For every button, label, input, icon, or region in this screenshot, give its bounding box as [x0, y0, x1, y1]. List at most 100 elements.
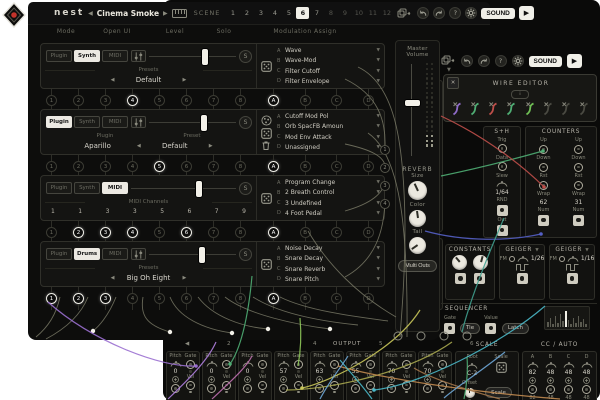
value-display[interactable]: Default [123, 76, 175, 84]
modulation-slot-c[interactable]: C Mod Env Attack ▼ [277, 134, 380, 141]
info-icon[interactable]: i [511, 90, 529, 99]
up-port[interactable] [573, 144, 583, 154]
data-port[interactable] [497, 162, 507, 171]
offset-knob[interactable] [464, 387, 475, 398]
wire-delete-8[interactable] [577, 100, 590, 116]
scene-button-1[interactable]: 1 [226, 7, 239, 19]
dice-icon[interactable] [260, 258, 272, 270]
mod-input-port[interactable] [244, 376, 251, 383]
pitch-knob[interactable] [206, 360, 218, 367]
rate-knob[interactable] [567, 255, 579, 262]
trig-port[interactable] [497, 144, 507, 153]
rst-port[interactable] [573, 180, 583, 190]
color-knob[interactable] [409, 210, 426, 227]
mod-input-port[interactable] [424, 376, 431, 383]
slider-handle[interactable] [199, 114, 208, 132]
cc-knob[interactable] [527, 361, 539, 368]
solo-button[interactable]: S [239, 247, 252, 261]
latch-button[interactable]: Latch [501, 322, 529, 334]
rst-port[interactable] [538, 180, 548, 190]
vel-port[interactable] [330, 380, 339, 390]
down-port[interactable] [573, 162, 583, 172]
port-1[interactable]: 1 [46, 287, 57, 310]
master-volume-slider[interactable] [398, 61, 437, 159]
port-3[interactable]: 3 [100, 155, 111, 178]
sequencer-step-display[interactable] [544, 306, 590, 330]
scene-button-12[interactable]: 12 [380, 7, 393, 19]
mod-input-port[interactable] [172, 376, 179, 383]
port-8[interactable]: 8 [235, 221, 246, 244]
fm-port[interactable] [558, 255, 565, 262]
scene-button-7[interactable]: 7 [310, 7, 323, 19]
modulation-slot-b[interactable]: B Orb SpacFB Amoun ▼ [277, 123, 380, 130]
midi-channel-value[interactable]: 1 [78, 208, 82, 215]
port-d[interactable]: D [362, 155, 374, 178]
slider-handle[interactable] [198, 246, 207, 264]
reverb-input-port-4[interactable]: 4 [380, 199, 390, 209]
modulation-slot-c[interactable]: C Filter Cutoff ▼ [277, 68, 380, 75]
size-knob[interactable] [408, 181, 427, 200]
dice-icon[interactable] [260, 192, 272, 204]
cc-out-port[interactable] [564, 385, 573, 394]
port-3[interactable]: 3 [100, 89, 111, 112]
modulation-slot-a[interactable]: A Cutoff Mod Pol ▼ [277, 113, 380, 120]
num-port[interactable] [537, 214, 549, 226]
port-6[interactable]: 6 [181, 221, 192, 244]
scale-button[interactable]: Scale [485, 387, 512, 398]
multi-outs-button[interactable]: Multi Outs [398, 260, 437, 272]
port-4[interactable]: 4 [127, 287, 138, 310]
modulation-slot-d[interactable]: D Unassigned ▼ [277, 144, 380, 151]
port-7[interactable]: 7 [208, 89, 219, 112]
rnd-port[interactable] [496, 204, 508, 216]
undo-button[interactable] [417, 7, 430, 19]
pitch-port[interactable] [207, 384, 216, 393]
modulation-slot-a[interactable]: A Noise Decay ▼ [277, 245, 380, 252]
mode-button-plugin[interactable]: Plugin [46, 116, 72, 128]
midi-channel-value[interactable]: 3 [133, 208, 137, 215]
geiger-out-port[interactable] [516, 273, 528, 284]
port-b[interactable]: B [299, 89, 311, 112]
wire-delete-7[interactable] [559, 100, 572, 116]
rate-knob[interactable] [517, 255, 529, 262]
modulation-slot-d[interactable]: D Filter Envelope ▼ [277, 78, 380, 85]
level-slider[interactable] [149, 48, 236, 66]
port-d[interactable]: D [362, 287, 374, 310]
midi-channel-value[interactable]: 5 [160, 208, 164, 215]
wire-delete-5[interactable] [523, 100, 536, 116]
value-display[interactable]: Default [149, 142, 201, 150]
cc-mod-port[interactable] [565, 377, 572, 384]
geiger-out-port[interactable] [566, 273, 578, 284]
port-5[interactable]: 5 [154, 287, 165, 310]
mode-button-midi[interactable]: MIDI [102, 50, 128, 62]
port-2[interactable]: 2 [73, 287, 84, 310]
sound-button[interactable]: SOUND [528, 55, 562, 67]
port-2[interactable]: 2 [73, 89, 84, 112]
mode-button-drums[interactable]: Drums [74, 248, 101, 260]
port-3[interactable]: 3 [100, 287, 111, 310]
modulation-slot-d[interactable]: D 4 Foot Pedal ▼ [277, 210, 380, 217]
port-a[interactable]: A [268, 287, 279, 310]
gate-port[interactable] [294, 360, 303, 369]
cc-mod-port[interactable] [583, 377, 590, 384]
cc-knob[interactable] [581, 361, 593, 368]
gate-port[interactable] [402, 360, 411, 369]
wire-delete-6[interactable] [541, 100, 554, 116]
help-button[interactable]: ? [494, 55, 507, 67]
solo-button[interactable]: S [239, 49, 252, 63]
orb-icon[interactable] [260, 114, 272, 126]
mod-input-port[interactable] [280, 376, 287, 383]
pitch-knob[interactable] [278, 360, 290, 367]
port-5[interactable]: 5 [154, 89, 165, 112]
mode-button-synth[interactable]: Synth [74, 116, 100, 128]
port-1[interactable]: 1 [46, 89, 57, 112]
help-button[interactable]: ? [449, 7, 462, 19]
gate-port[interactable] [438, 360, 447, 369]
scene-button-8[interactable]: 8 [324, 7, 337, 19]
pitch-knob[interactable] [170, 360, 182, 367]
port-2[interactable]: 2 [73, 221, 84, 244]
port-a[interactable]: A [268, 155, 279, 178]
vel-port[interactable] [258, 380, 267, 390]
dice-icon[interactable] [260, 60, 272, 72]
mod-input-port[interactable] [352, 376, 359, 383]
value-prev-button[interactable]: ◀ [111, 77, 115, 83]
